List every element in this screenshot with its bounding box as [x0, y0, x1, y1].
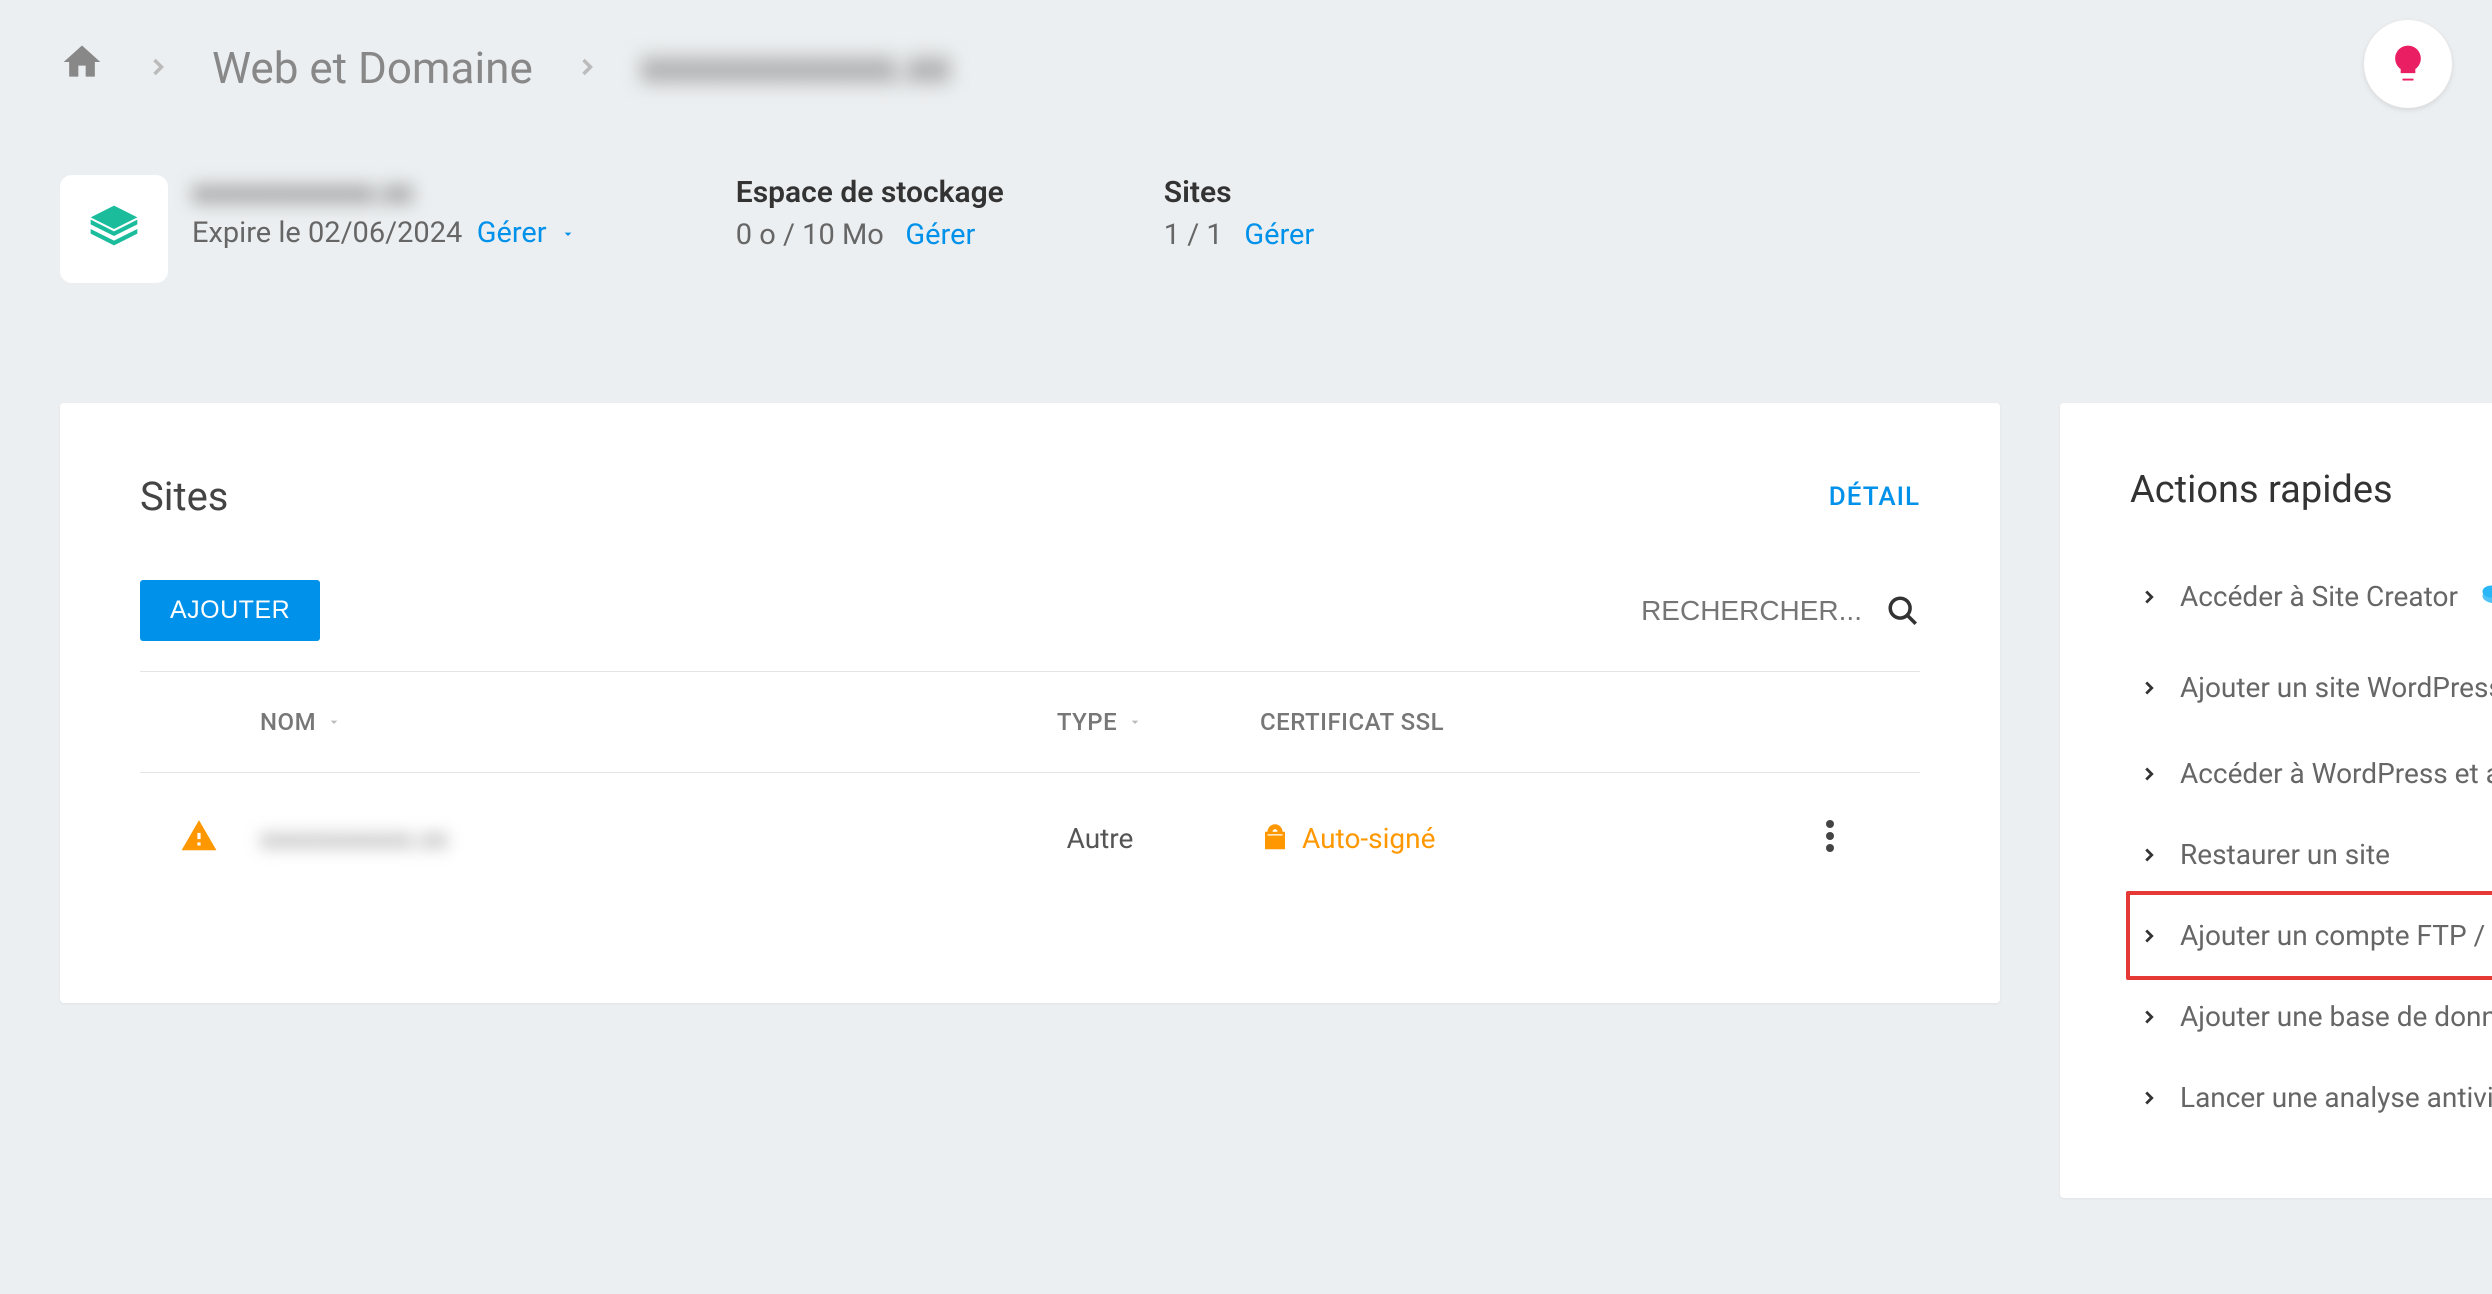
quick-actions-list: Accéder à Site Creator Ajouter un site W… [2130, 551, 2492, 1138]
chevron-right-icon [2138, 763, 2160, 785]
sites-card-title: Sites [140, 473, 228, 520]
action-restore-site[interactable]: Restaurer un site [2130, 814, 2492, 895]
table-row[interactable]: xxxxxxxxxxx.xx Autre Auto-signé [140, 773, 1920, 903]
column-type[interactable]: TYPE [940, 708, 1260, 736]
sort-icon [1127, 714, 1143, 730]
caret-down-icon[interactable] [560, 216, 576, 250]
detail-link[interactable]: DÉTAIL [1829, 482, 1920, 512]
help-bulb-button[interactable] [2364, 20, 2452, 108]
action-add-database[interactable]: Ajouter une base de données [2130, 976, 2492, 1057]
sites-title: Sites [1164, 175, 1314, 210]
layers-icon [60, 175, 168, 283]
chevron-right-icon [573, 43, 601, 92]
product-expiry: Expire le 02/06/2024 Gérer [192, 216, 576, 250]
chevron-right-icon [2138, 1006, 2160, 1028]
action-label: Lancer une analyse antivirus [2180, 1081, 2492, 1114]
chevron-right-icon [2138, 586, 2160, 608]
home-icon[interactable] [60, 40, 104, 95]
action-label: Accéder à WordPress et aux Apps [2180, 757, 2492, 790]
chevron-right-icon [2138, 677, 2160, 699]
search-icon[interactable] [1886, 594, 1920, 628]
cloud-icon [2478, 575, 2492, 618]
storage-title: Espace de stockage [736, 175, 1004, 210]
action-wordpress-apps[interactable]: Accéder à WordPress et aux Apps [2130, 733, 2492, 814]
chevron-right-icon [144, 43, 172, 92]
expire-prefix: Expire le [192, 216, 308, 250]
column-ssl: CERTIFICAT SSL [1260, 708, 1780, 736]
warning-icon [180, 817, 260, 859]
search-input[interactable] [1622, 595, 1862, 627]
breadcrumb-current: xxxxxxxxxxxx.xx [641, 43, 950, 92]
action-add-ftp-ssh[interactable]: Ajouter un compte FTP / SSH [2126, 891, 2492, 980]
action-label: Restaurer un site [2180, 838, 2390, 871]
chevron-right-icon [2138, 925, 2160, 947]
table-header: NOM TYPE CERTIFICAT SSL [140, 672, 1920, 773]
storage-value: 0 o / 10 Mo [736, 218, 884, 252]
row-site-name: xxxxxxxxxxx.xx [260, 822, 940, 855]
action-site-creator[interactable]: Accéder à Site Creator [2130, 551, 2492, 642]
sites-card: Sites DÉTAIL AJOUTER NOM TYPE CERTIFICAT… [60, 403, 2000, 1003]
unlock-icon [1260, 823, 1290, 853]
product-name: xxxxxxxxxxxx.xx [192, 175, 576, 210]
action-label: Ajouter une base de données [2180, 1000, 2492, 1033]
product-card: xxxxxxxxxxxx.xx Expire le 02/06/2024 Gér… [60, 175, 576, 283]
expire-date: 02/06/2024 [308, 216, 462, 250]
sites-block: Sites 1 / 1 Gérer [1164, 175, 1314, 252]
manage-product-link[interactable]: Gérer [477, 216, 547, 250]
storage-block: Espace de stockage 0 o / 10 Mo Gérer [736, 175, 1004, 252]
add-site-button[interactable]: AJOUTER [140, 580, 320, 641]
action-label: Ajouter un compte FTP / SSH [2180, 919, 2492, 952]
sort-icon [326, 714, 342, 730]
info-summary-row: xxxxxxxxxxxx.xx Expire le 02/06/2024 Gér… [60, 135, 2432, 403]
lightbulb-icon [2386, 42, 2430, 86]
breadcrumb-web-domain[interactable]: Web et Domaine [212, 42, 533, 94]
chevron-right-icon [2138, 844, 2160, 866]
quick-actions-title: Actions rapides [2130, 468, 2393, 512]
manage-storage-link[interactable]: Gérer [905, 218, 975, 252]
manage-sites-link[interactable]: Gérer [1244, 218, 1314, 252]
action-antivirus-scan[interactable]: Lancer une analyse antivirus [2130, 1057, 2492, 1138]
action-label: Accéder à Site Creator [2180, 580, 2458, 613]
column-name[interactable]: NOM [260, 708, 940, 736]
action-add-wordpress[interactable]: Ajouter un site WordPress [2130, 642, 2492, 733]
sites-value: 1 / 1 [1164, 218, 1223, 252]
quick-actions-card: Actions rapides CHANGER D'OFFRE Accéder … [2060, 403, 2492, 1198]
row-ssl-status: Auto-signé [1260, 822, 1780, 855]
row-site-type: Autre [940, 822, 1260, 855]
breadcrumb: Web et Domaine xxxxxxxxxxxx.xx [60, 20, 2432, 135]
row-actions-menu[interactable] [1780, 820, 1880, 856]
action-label: Ajouter un site WordPress [2180, 671, 2492, 704]
chevron-right-icon [2138, 1087, 2160, 1109]
